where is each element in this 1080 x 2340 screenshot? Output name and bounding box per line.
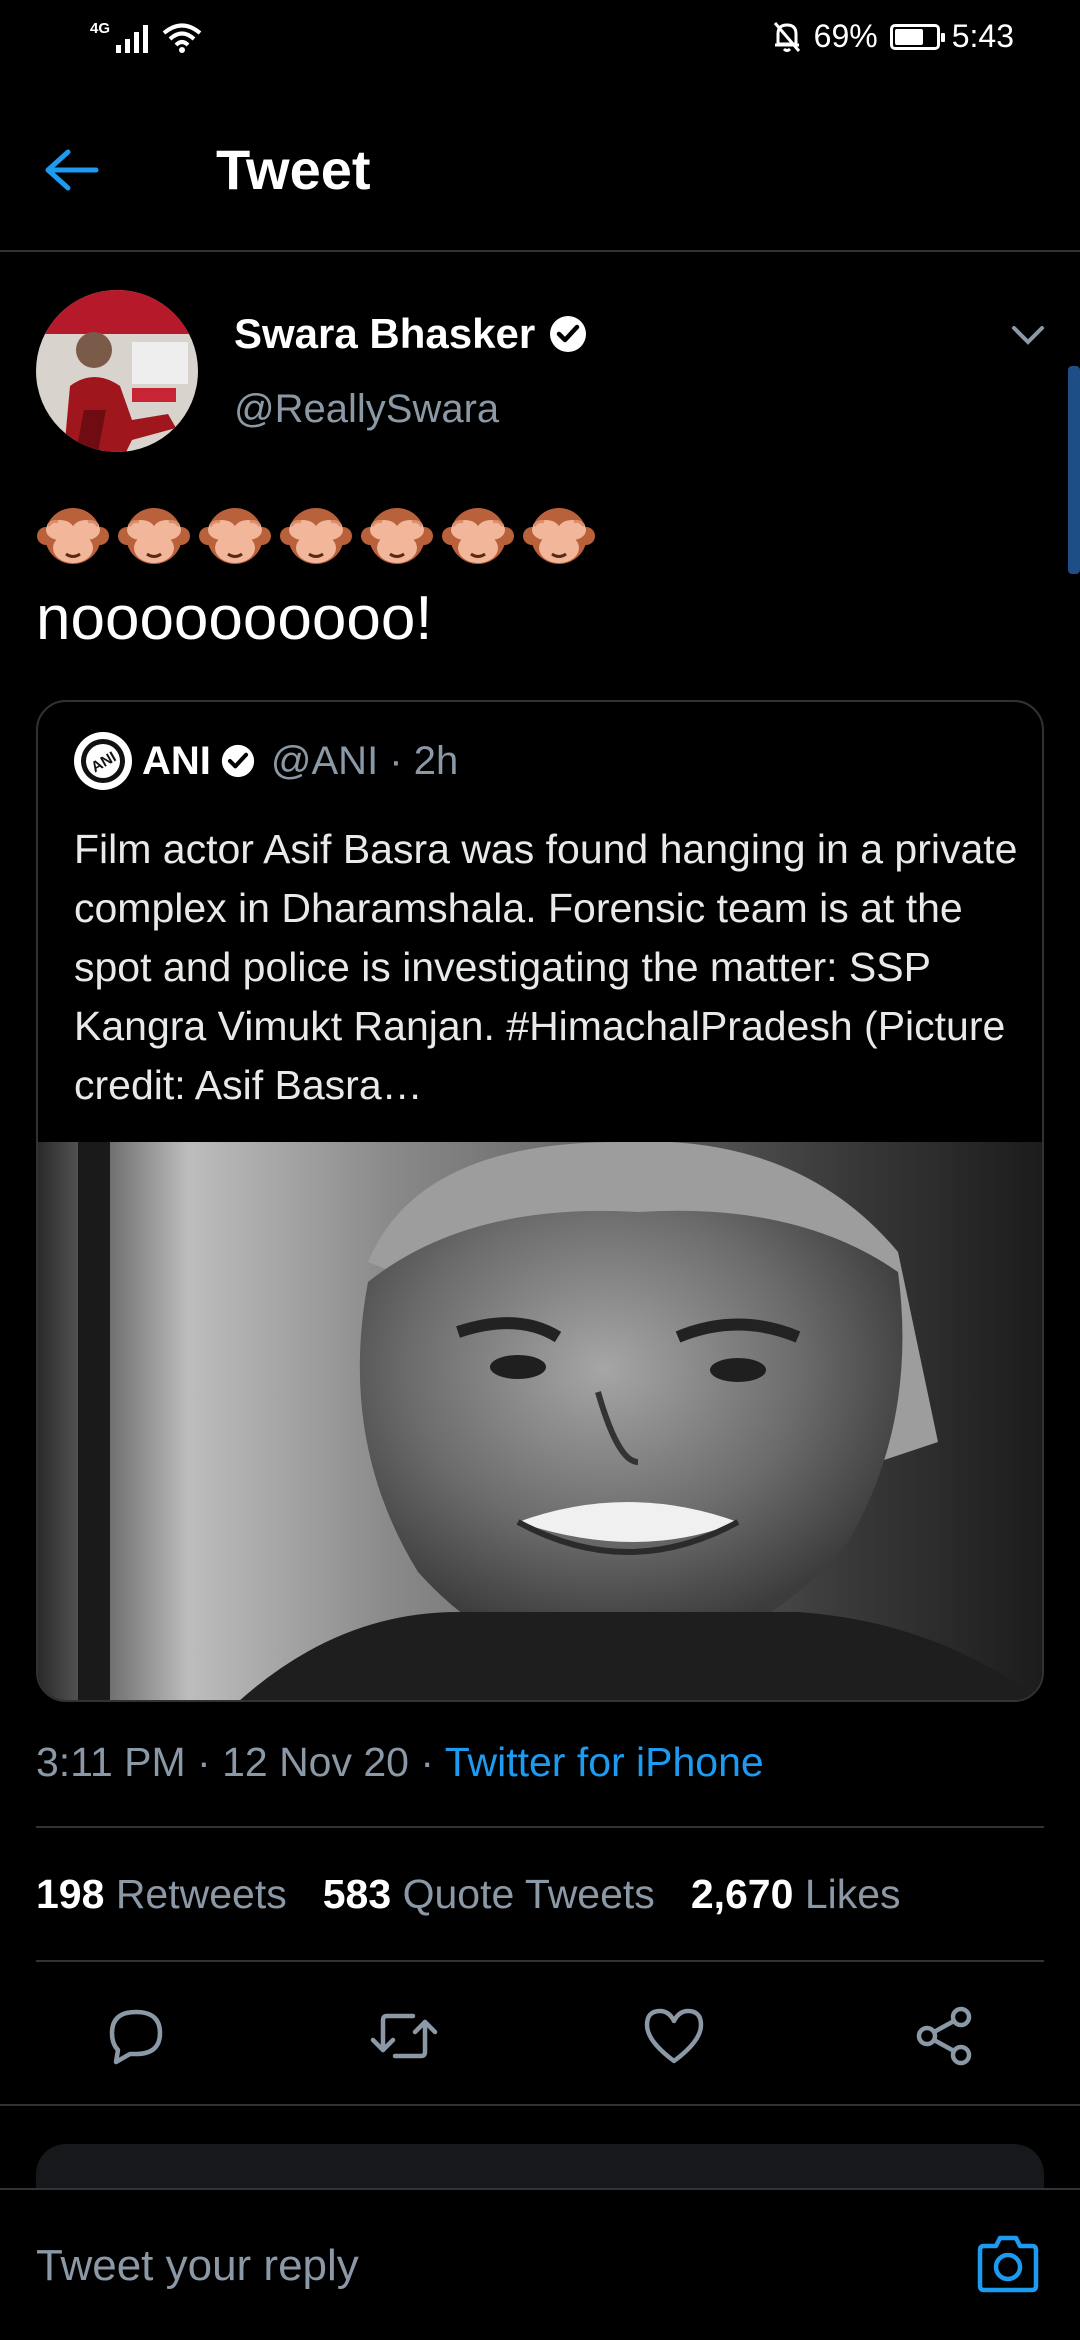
mute-bell-icon [773,21,800,52]
see-no-evil-monkey-icon [441,498,515,577]
share-icon [916,2006,972,2066]
wifi-icon [162,23,202,53]
tweet-text: noooooooooo! [36,584,433,653]
author-handle[interactable]: @ReallySwara [234,382,499,436]
author-display-name: Swara Bhasker [234,310,536,357]
like-button[interactable] [634,1996,714,2076]
author-name[interactable]: Swara Bhasker [234,306,587,362]
divider [36,1960,1044,1962]
quoted-tweet-card[interactable]: ANI ANI @ANI · 2h Film actor Asif Basra … [36,700,1044,1702]
top-app-bar: Tweet [0,84,1080,252]
emoji-row [36,498,596,577]
likes-count: 2,670 [690,1871,794,1917]
avatar[interactable] [36,290,198,452]
divider [36,1826,1044,1828]
quoted-tweet-text: Film actor Asif Basra was found hanging … [74,826,1018,1108]
camera-button[interactable] [972,2228,1044,2300]
quoted-tweet-photo[interactable] [38,1141,1042,1700]
reply-input[interactable]: Tweet your reply [36,2238,359,2294]
status-bar: 4G 69% 5:43 [0,0,1080,84]
see-no-evil-monkey-icon [360,498,434,577]
likes-label: Likes [804,1871,901,1917]
retweets-stat[interactable]: 198 Retweets [36,1866,287,1922]
clock: 5:43 [951,18,1014,54]
quoted-author-name: ANI [142,739,211,783]
retweet-icon [370,2013,438,2059]
arrow-left-icon [45,149,99,191]
quoted-handle-time: @ANI · 2h [270,739,459,783]
likes-stat[interactable]: 2,670 Likes [691,1866,901,1922]
see-no-evil-monkey-icon [279,498,353,577]
retweets-label: Retweets [115,1871,287,1917]
ani-logo-icon: ANI [74,732,132,790]
engagement-stats: 198 Retweets 583 Quote Tweets 2,670 Like… [36,1866,901,1922]
camera-icon [977,2235,1039,2293]
avatar-image [36,290,198,452]
verified-badge-icon [550,316,587,352]
verified-badge-icon [221,744,254,778]
page-title: Tweet [216,138,371,201]
see-no-evil-monkey-icon [522,498,596,577]
signal-indicators: 4G [90,19,202,54]
chevron-down-icon [1012,326,1044,345]
tweet-source-link[interactable]: Twitter for iPhone [445,1739,764,1785]
tweet-options-button[interactable] [1006,318,1050,352]
quote-tweets-stat[interactable]: 583 Quote Tweets [323,1866,655,1922]
battery-icon [889,23,945,50]
status-right: 69% 5:43 [772,18,1014,55]
like-icon [644,2008,704,2064]
back-button[interactable] [44,138,124,202]
reply-icon [109,2009,163,2065]
section-divider [0,2104,1080,2106]
portrait-image [38,1141,1042,1700]
see-no-evil-monkey-icon [36,498,110,577]
tweet-timestamp: 3:11 PM · 12 Nov 20 · [36,1739,445,1785]
retweets-count: 198 [36,1871,105,1917]
retweet-button[interactable] [364,1996,444,2076]
quote-tweets-count: 583 [322,1871,392,1917]
scrollbar-thumb[interactable] [1068,366,1080,574]
quote-tweets-label: Quote Tweets [402,1871,655,1917]
battery-percent: 69% [813,18,878,54]
reply-button[interactable] [96,1996,176,2076]
see-no-evil-monkey-icon [117,498,191,577]
quoted-tweet-header: ANI ANI @ANI · 2h [74,732,458,790]
network-type: 4G [90,19,111,37]
tweet-timestamp-line: 3:11 PM · 12 Nov 20 · Twitter for iPhone [36,1734,764,1790]
share-button[interactable] [904,1996,984,2076]
signal-icon [116,25,149,53]
see-no-evil-monkey-icon [198,498,272,577]
